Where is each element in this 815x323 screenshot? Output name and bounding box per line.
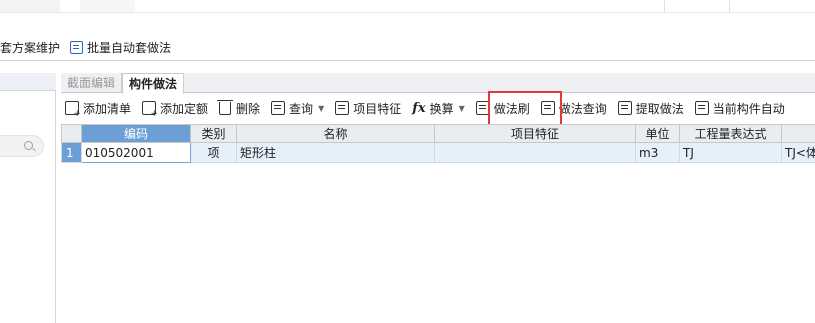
- item-feature-icon: [335, 101, 350, 115]
- column-header-extra[interactable]: [781, 124, 815, 143]
- column-header-expression[interactable]: 工程量表达式: [679, 124, 782, 143]
- column-header-feature[interactable]: 项目特征: [434, 124, 636, 143]
- method-toolbar: 添加清单 添加定额 删除 查询 ▼ 项目特征 fx 换算 ▼ 做法刷: [61, 95, 815, 121]
- add-quota-button[interactable]: 添加定额: [142, 100, 209, 119]
- title-area: [0, 0, 60, 12]
- current-component-auto-button[interactable]: 当前构件自动: [694, 100, 785, 117]
- left-panel-header: [0, 73, 56, 91]
- toolbar-label: 删除: [236, 101, 261, 116]
- method-query-icon: [540, 101, 555, 115]
- column-header-code[interactable]: 编码: [81, 124, 191, 143]
- title-area-secondary: [80, 0, 135, 12]
- cell-unit[interactable]: m3: [635, 142, 680, 163]
- chevron-down-icon: ▼: [458, 103, 465, 113]
- tab-bar: 截面编辑 构件做法: [61, 73, 815, 94]
- toolbar-label: 换算: [429, 101, 454, 116]
- tab-component-method[interactable]: 构件做法: [122, 73, 185, 94]
- cell-extra[interactable]: TJ<体: [781, 142, 815, 163]
- toolbar-label: 添加定额: [160, 101, 209, 116]
- toolbar-label: 做法查询: [558, 101, 607, 116]
- toolbar-label: 查询: [289, 101, 314, 116]
- left-panel: [0, 73, 56, 323]
- ribbon-divider: [0, 60, 815, 61]
- scheme-maintenance-button[interactable]: 套方案维护: [0, 39, 60, 56]
- cell-code[interactable]: 010502001: [81, 142, 191, 163]
- tab-section-edit[interactable]: 截面编辑: [61, 73, 123, 93]
- table-row[interactable]: 1 010502001 项 矩形柱 m3 TJ TJ<体: [61, 142, 815, 163]
- toolbar-label: 提取做法: [635, 101, 684, 116]
- toolbar-label: 当前构件自动: [712, 101, 785, 116]
- cell-expression[interactable]: TJ: [679, 142, 782, 163]
- delete-button[interactable]: 删除: [217, 99, 261, 117]
- batch-auto-apply-button[interactable]: 批量自动套做法: [70, 39, 171, 56]
- titlebar-divider: [729, 0, 730, 12]
- toolbar-label: 做法刷: [493, 101, 530, 116]
- extract-icon: [617, 101, 632, 115]
- method-query-button[interactable]: 做法查询: [540, 100, 607, 117]
- add-list-icon: [65, 101, 81, 119]
- add-quota-icon: [142, 101, 158, 119]
- trash-icon: [217, 99, 234, 115]
- query-icon: [271, 101, 286, 115]
- query-button[interactable]: 查询 ▼: [271, 100, 324, 117]
- convert-button[interactable]: fx 换算 ▼: [412, 100, 465, 117]
- column-header-name[interactable]: 名称: [236, 124, 435, 143]
- titlebar-divider: [664, 0, 665, 12]
- chevron-down-icon: ▼: [318, 103, 325, 113]
- ribbon-row: 套方案维护 批量自动套做法: [0, 36, 181, 58]
- corner-cell: [61, 124, 82, 143]
- add-list-button[interactable]: 添加清单: [65, 100, 132, 119]
- toolbar-label: 项目特征: [353, 101, 402, 116]
- title-bar: [0, 0, 815, 13]
- auto-apply-icon: [694, 101, 709, 115]
- cell-feature[interactable]: [434, 142, 636, 163]
- search-icon: [24, 141, 33, 150]
- item-feature-button[interactable]: 项目特征: [335, 100, 401, 117]
- brush-icon: [475, 101, 490, 115]
- cell-name[interactable]: 矩形柱: [236, 142, 435, 163]
- column-header-unit[interactable]: 单位: [635, 124, 680, 143]
- search-input[interactable]: [0, 135, 44, 157]
- fx-icon: fx: [412, 100, 426, 116]
- method-brush-button[interactable]: 做法刷: [475, 100, 530, 117]
- table-header-row: 编码 类别 名称 项目特征 单位 工程量表达式: [61, 124, 815, 143]
- row-number[interactable]: 1: [61, 142, 82, 163]
- column-header-type[interactable]: 类别: [190, 124, 237, 143]
- toolbar-label: 添加清单: [83, 101, 132, 116]
- ribbon-item-label: 套方案维护: [0, 40, 61, 55]
- main-panel: 截面编辑 构件做法 添加清单 添加定额 删除 查询 ▼ 项目特征 fx 换算 ▼: [61, 73, 815, 323]
- cell-type[interactable]: 项: [190, 142, 237, 163]
- extract-method-button[interactable]: 提取做法: [617, 100, 684, 117]
- ribbon-item-label: 批量自动套做法: [87, 40, 172, 55]
- batch-apply-icon: [70, 40, 84, 54]
- method-table: 编码 类别 名称 项目特征 单位 工程量表达式 1 010502001 项 矩形…: [61, 124, 815, 163]
